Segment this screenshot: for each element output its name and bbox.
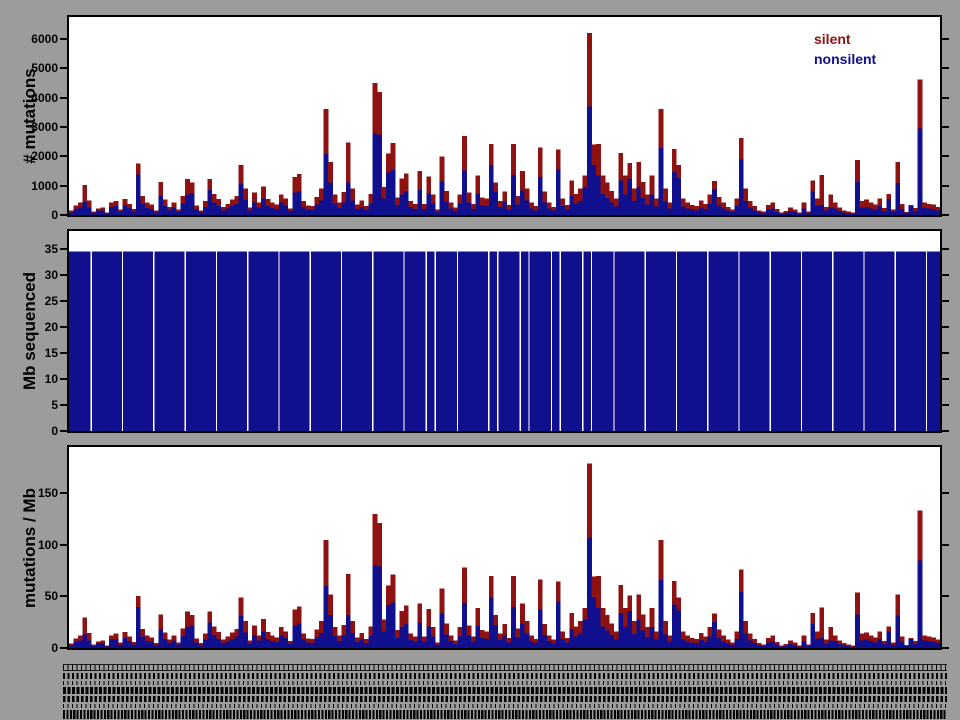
y-axis-tick: [60, 38, 67, 40]
legend: silent nonsilent: [814, 29, 876, 69]
y-axis-tick: [942, 326, 949, 328]
y-axis-tick: [942, 300, 949, 302]
panel-mutation-counts: 0100020003000400050006000 silent nonsile…: [67, 15, 942, 217]
y-axis-tick-label: 30: [45, 268, 58, 282]
y-axis-tick: [942, 155, 949, 157]
y-axis-tick: [60, 67, 67, 69]
y-axis-tick: [942, 274, 949, 276]
panel-mb-sequenced: 05101520253035: [67, 229, 942, 433]
sample-labels-row: [63, 664, 947, 671]
mutation-rate-bars: [69, 447, 940, 648]
sample-labels-band: [63, 664, 947, 718]
y-axis-tick: [60, 248, 67, 250]
panel-mutation-rate: 050100150: [67, 445, 942, 650]
y-axis-tick: [942, 492, 949, 494]
plot-area-mutation-rate: 050100150: [69, 447, 940, 648]
y-axis-tick: [60, 214, 67, 216]
y-axis-tick: [60, 544, 67, 546]
y-axis-tick: [60, 326, 67, 328]
y-axis-tick-label: 25: [45, 294, 58, 308]
y-axis-tick-label: 3000: [31, 120, 58, 134]
y-axis-tick-label: 1000: [31, 179, 58, 193]
y-axis-tick: [942, 248, 949, 250]
y-axis-tick: [942, 378, 949, 380]
y-axis-tick: [60, 300, 67, 302]
y-axis-tick-label: 5: [51, 398, 58, 412]
y-axis-tick-label: 20: [45, 320, 58, 334]
y-axis-tick: [942, 67, 949, 69]
plot-area-mb-sequenced: 05101520253035: [69, 231, 940, 431]
mb-sequenced-bars: [69, 231, 940, 431]
y-axis-tick: [942, 430, 949, 432]
y-axis-tick-label: 5000: [31, 61, 58, 75]
y-axis-tick: [60, 430, 67, 432]
y-axis-tick: [60, 492, 67, 494]
mutation-count-bars: [69, 17, 940, 215]
sample-labels-row: [63, 673, 947, 679]
y-axis-tick-label: 0: [51, 208, 58, 222]
legend-item-silent: silent: [814, 29, 876, 49]
y-axis-tick: [60, 185, 67, 187]
y-axis-tick: [942, 214, 949, 216]
y-axis-tick: [60, 274, 67, 276]
y-axis-tick-label: 15: [45, 346, 58, 360]
y-axis-tick: [942, 185, 949, 187]
sample-labels-row: [63, 696, 947, 702]
sample-labels-row: [63, 687, 947, 694]
plot-area-mutation-counts: 0100020003000400050006000: [69, 17, 940, 215]
y-axis-tick: [60, 352, 67, 354]
y-axis-tick: [942, 647, 949, 649]
y-axis-tick: [942, 126, 949, 128]
sample-labels-row: [63, 681, 947, 685]
y-axis-tick-label: 150: [38, 486, 58, 500]
legend-item-nonsilent: nonsilent: [814, 49, 876, 69]
y-axis-tick: [60, 404, 67, 406]
y-axis-tick: [942, 352, 949, 354]
y-axis-tick: [942, 544, 949, 546]
y-axis-tick: [942, 595, 949, 597]
sample-labels-row: [63, 704, 947, 708]
y-axis-tick-label: 4000: [31, 91, 58, 105]
y-axis-tick-label: 0: [51, 641, 58, 655]
y-axis-tick: [60, 155, 67, 157]
y-axis-tick-label: 0: [51, 424, 58, 438]
y-axis-tick: [942, 404, 949, 406]
y-axis-tick: [942, 38, 949, 40]
y-axis-tick: [60, 595, 67, 597]
sample-labels-row: [63, 710, 947, 719]
y-axis-tick: [60, 647, 67, 649]
y-axis-tick: [60, 126, 67, 128]
figure: # mutations Mb sequenced mutations / Mb …: [0, 0, 960, 720]
y-axis-tick: [60, 97, 67, 99]
y-axis-tick-label: 6000: [31, 32, 58, 46]
y-axis-label-mb-sequenced: Mb sequenced: [20, 272, 40, 390]
y-axis-tick-label: 35: [45, 242, 58, 256]
y-axis-tick: [60, 378, 67, 380]
y-axis-tick-label: 10: [45, 372, 58, 386]
y-axis-tick-label: 100: [38, 538, 58, 552]
y-axis-tick: [942, 97, 949, 99]
y-axis-tick-label: 50: [45, 589, 58, 603]
y-axis-tick-label: 2000: [31, 149, 58, 163]
